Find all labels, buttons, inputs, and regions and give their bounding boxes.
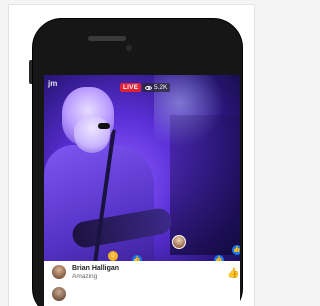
comment-text: Amazing <box>72 273 98 280</box>
viewer-count: 5.2K <box>154 84 168 91</box>
avatar <box>52 265 66 279</box>
camera-icon <box>126 45 132 51</box>
phone-earpiece <box>88 36 126 41</box>
comments-panel: Brian Halligan Amazing 👍 <box>44 261 240 306</box>
thumbs-up-icon[interactable]: 👍 <box>227 269 239 279</box>
haha-icon: ☺ <box>108 251 118 261</box>
viewer-count-badge: 5.2K <box>142 83 171 92</box>
live-badge: LIVE <box>120 83 142 92</box>
avatar <box>52 287 66 301</box>
stage-background <box>170 115 240 255</box>
like-icon: 👍 <box>232 245 240 255</box>
eye-icon <box>145 85 152 90</box>
comment-author: Brian Halligan <box>72 265 120 272</box>
microphone <box>98 123 110 129</box>
floating-avatar <box>172 235 186 249</box>
comment: Brian Halligan Amazing <box>52 265 119 280</box>
app-logo: jm <box>48 79 58 88</box>
